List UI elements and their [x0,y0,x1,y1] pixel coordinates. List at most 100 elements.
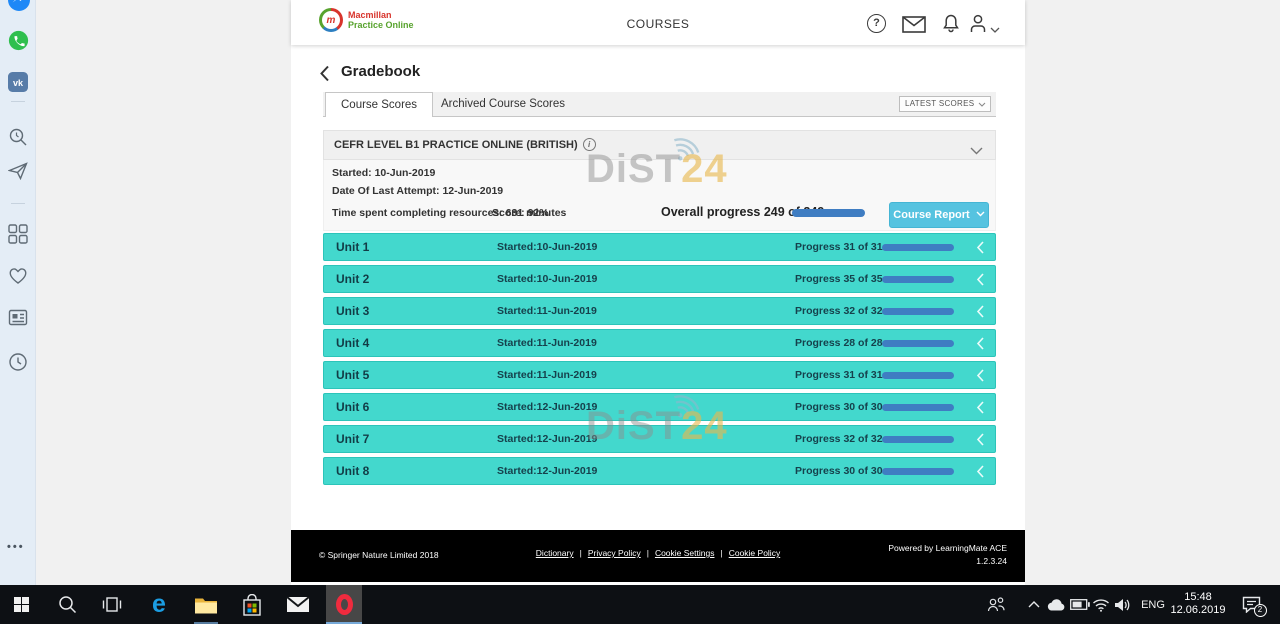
sidebar-divider [11,203,25,204]
unit-progress-bar [882,436,954,443]
unit-progress-label: Progress 32 of 32 [795,426,883,452]
chevron-down-icon [978,102,986,107]
chevron-left-icon[interactable] [976,337,984,350]
unit-row[interactable]: Unit 7 Started:12-Jun-2019 Progress 32 o… [323,425,996,453]
unit-progress-bar [882,404,954,411]
unit-progress-label: Progress 30 of 30 [795,394,883,420]
footer-link-privacy-policy[interactable]: Privacy Policy [588,548,641,558]
task-view-icon[interactable] [98,585,126,624]
edge-icon[interactable]: e [145,585,173,624]
unit-row[interactable]: Unit 5 Started:11-Jun-2019 Progress 31 o… [323,361,996,389]
search-history-icon[interactable] [8,127,28,147]
chevron-left-icon[interactable] [976,433,984,446]
screen: vk ••• m [0,0,1280,624]
bell-icon[interactable] [943,14,959,38]
chevron-down-icon[interactable] [970,142,983,160]
store-icon[interactable] [238,585,266,624]
account-icon[interactable] [968,14,988,38]
language-indicator[interactable]: ENG [1138,585,1168,624]
my-flow-icon[interactable] [8,162,28,182]
unit-progress-bar [882,372,954,379]
unit-row[interactable]: Unit 2 Started:10-Jun-2019 Progress 35 o… [323,265,996,293]
tab-archived-course-scores[interactable]: Archived Course Scores [426,92,580,117]
clock-date: 12.06.2019 [1166,604,1230,617]
help-icon[interactable]: ? [867,14,886,33]
powered-by-text: Powered by LearningMate ACE [888,543,1007,553]
unit-progress-label: Progress 32 of 32 [795,298,883,324]
footer-link-dictionary[interactable]: Dictionary [536,548,574,558]
unit-row[interactable]: Unit 4 Started:11-Jun-2019 Progress 28 o… [323,329,996,357]
unit-row[interactable]: Unit 8 Started:12-Jun-2019 Progress 30 o… [323,457,996,485]
start-button[interactable] [7,585,35,624]
unit-progress-bar [882,276,954,283]
unit-name: Unit 8 [336,458,369,484]
notification-badge: 2 [1254,604,1267,617]
mail-app-icon[interactable] [284,585,312,624]
unit-started-date: Started:11-Jun-2019 [497,362,597,388]
taskbar: e ENG [0,585,1280,624]
site-column: m Macmillan Practice Online COURSES ? [291,0,1025,585]
chevron-left-icon[interactable] [976,401,984,414]
course-started: Started: 10-Jun-2019 [332,167,435,179]
whatsapp-icon[interactable] [8,30,28,50]
chevron-left-icon[interactable] [976,305,984,318]
tab-strip: Course Scores Archived Course Scores [323,92,996,117]
chevron-left-icon[interactable] [976,465,984,478]
taskbar-search-icon[interactable] [53,585,81,624]
unit-name: Unit 1 [336,234,369,260]
latest-scores-dropdown[interactable]: LATEST SCORES [899,96,991,112]
file-explorer-icon[interactable] [192,585,220,624]
unit-started-date: Started:11-Jun-2019 [497,298,597,324]
unit-row[interactable]: Unit 3 Started:11-Jun-2019 Progress 32 o… [323,297,996,325]
mail-icon[interactable] [902,16,926,38]
chevron-down-icon[interactable] [990,20,1000,38]
unit-row[interactable]: Unit 1 Started:10-Jun-2019 Progress 31 o… [323,233,996,261]
page-title: Gradebook [341,63,420,80]
unit-progress-label: Progress 31 of 31 [795,362,883,388]
unit-started-date: Started:12-Jun-2019 [497,426,597,452]
battery-icon[interactable] [1068,585,1092,624]
unit-name: Unit 3 [336,298,369,324]
history-clock-icon[interactable] [8,352,28,372]
messenger-icon[interactable] [8,0,28,9]
onedrive-cloud-icon[interactable] [1045,585,1067,624]
separator: | [647,548,649,558]
unit-name: Unit 7 [336,426,369,452]
clock[interactable]: 15:48 12.06.2019 [1166,585,1230,624]
unit-row[interactable]: Unit 6 Started:12-Jun-2019 Progress 30 o… [323,393,996,421]
vk-icon[interactable]: vk [8,72,28,92]
unit-name: Unit 5 [336,362,369,388]
unit-started-date: Started:10-Jun-2019 [497,266,597,292]
chevron-left-icon[interactable] [976,273,984,286]
course-title: CEFR LEVEL B1 PRACTICE ONLINE (BRITISH) [334,139,578,151]
unit-progress-label: Progress 30 of 30 [795,458,883,484]
unit-started-date: Started:12-Jun-2019 [497,458,597,484]
unit-started-date: Started:10-Jun-2019 [497,234,597,260]
action-center-icon[interactable]: 2 [1236,585,1266,624]
tab-course-scores[interactable]: Course Scores [325,92,433,117]
back-button[interactable] [319,65,330,87]
course-report-button[interactable]: Course Report [889,202,989,228]
separator: | [720,548,722,558]
wifi-icon[interactable] [1090,585,1112,624]
footer-link-cookie-settings[interactable]: Cookie Settings [655,548,715,558]
volume-icon[interactable] [1110,585,1134,624]
speed-dial-icon[interactable] [8,224,28,244]
separator: | [580,548,582,558]
chevron-up-icon[interactable] [1025,585,1043,624]
course-header-row[interactable]: CEFR LEVEL B1 PRACTICE ONLINE (BRITISH) i [323,130,996,160]
news-icon[interactable] [8,309,28,329]
chevron-left-icon[interactable] [976,241,984,254]
sidebar-divider [11,101,25,102]
opera-icon[interactable] [326,585,362,624]
version-text: 1.2.3.24 [976,556,1007,566]
info-icon[interactable]: i [583,138,596,151]
chevron-left-icon[interactable] [976,369,984,382]
overall-progress-bar [792,209,865,217]
unit-name: Unit 6 [336,394,369,420]
people-icon[interactable] [984,585,1008,624]
more-dots[interactable]: ••• [7,541,25,553]
bookmarks-heart-icon[interactable] [8,266,28,286]
footer-link-cookie-policy[interactable]: Cookie Policy [729,548,781,558]
course-details: Started: 10-Jun-2019 Date Of Last Attemp… [323,160,996,231]
